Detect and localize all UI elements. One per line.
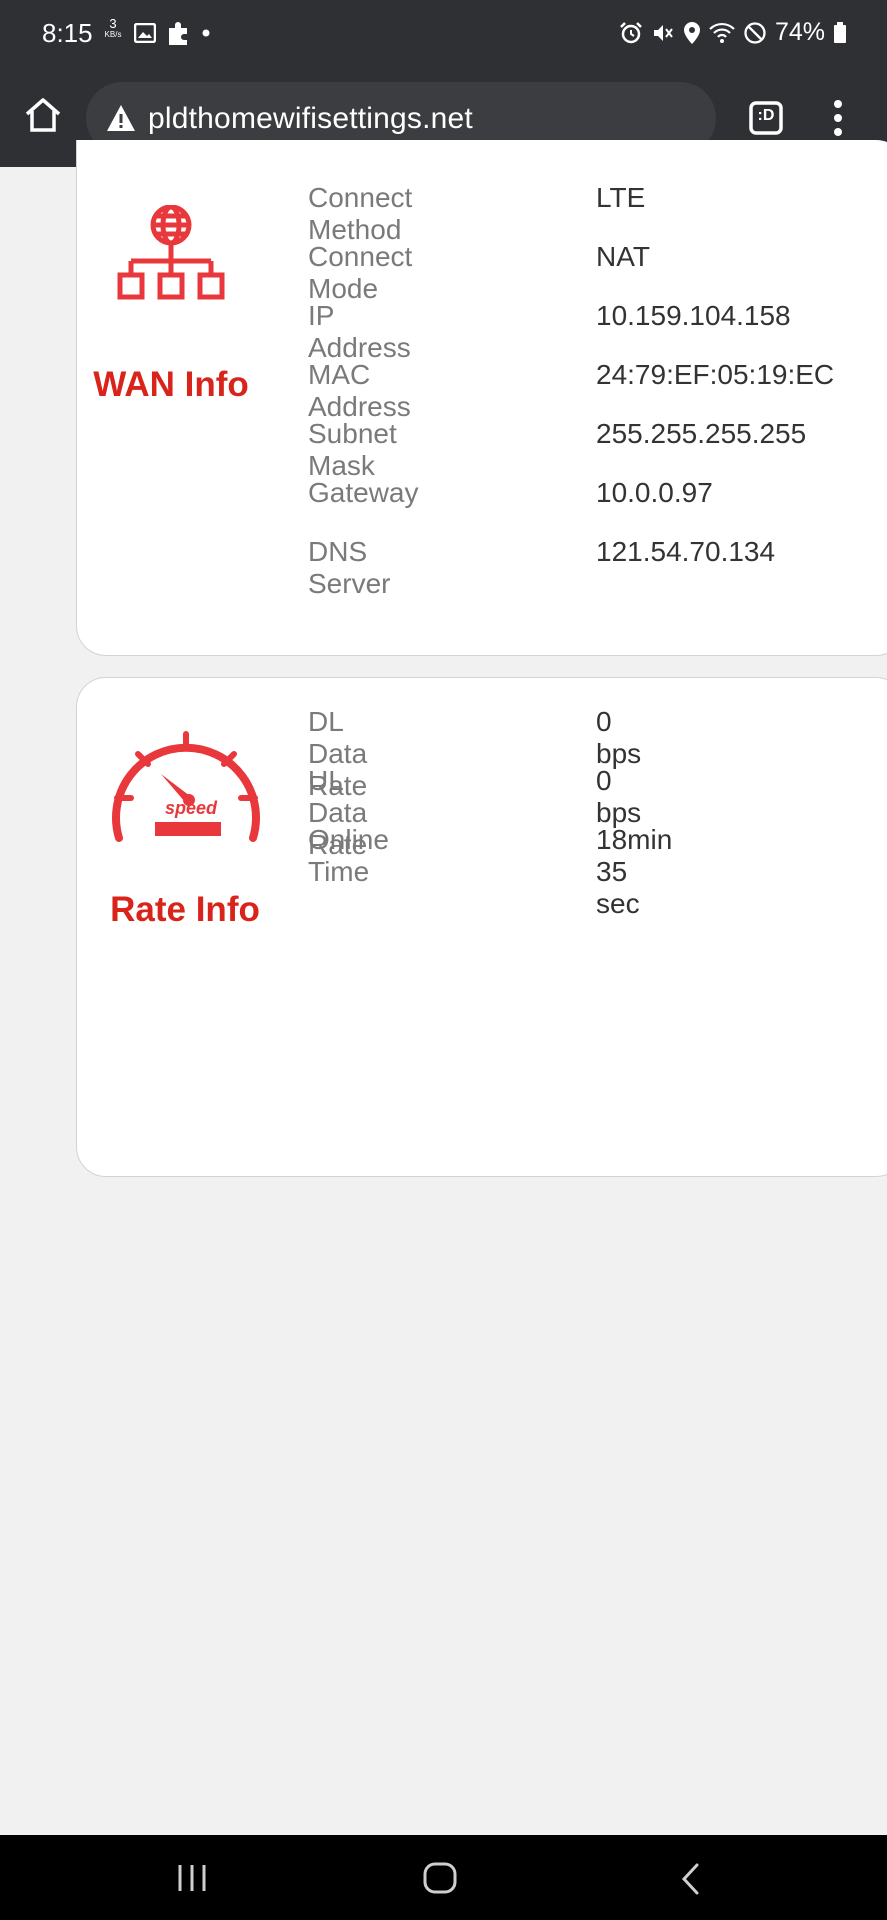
do-not-disturb-icon [744,21,766,44]
row-value: 24:79:EF:05:19:EC [596,359,835,390]
status-bar: 8:15 3 KB/s 74% [0,0,887,70]
network-speed-unit: KB/s [104,30,122,39]
battery-icon [834,21,846,43]
network-speed-value: 3 [109,16,117,31]
network-speed: 3 KB/s [100,16,126,40]
row-label: DNS Server [308,536,391,599]
warning-icon[interactable] [106,104,136,132]
notification-icons [134,20,210,46]
wifi-icon [709,22,735,43]
row-value: 0 bps [596,765,642,828]
home-nav-icon[interactable] [423,1862,457,1894]
system-navigation-bar [0,1835,887,1920]
row-value: 121.54.70.134 [596,536,776,567]
speedometer-icon [112,731,260,842]
more-vert-icon[interactable] [826,96,850,140]
row-label: Gateway [308,477,419,508]
battery-percent: 74% [774,18,825,46]
image-icon [134,23,156,43]
row-value: NAT [596,241,650,272]
recents-icon[interactable] [176,1863,208,1893]
puzzle-icon [169,22,187,45]
speed-icon-text: speed [164,798,218,818]
row-value: 18min 35 sec [596,824,673,919]
rate-info-title: Rate Info [110,890,260,929]
system-icons: 74% [619,18,847,47]
row-label: Subnet Mask [308,418,397,481]
row-value: 255.255.255.255 [596,418,807,449]
row-value: 10.0.0.97 [596,477,713,508]
tab-count: :D [757,107,775,124]
network-topology-icon [117,205,225,300]
url-text[interactable]: pldthomewifisettings.net [148,102,473,136]
wan-info-title: WAN Info [93,365,249,404]
tab-switcher-button[interactable]: :D [748,100,784,136]
row-label: Connect Method [308,182,413,245]
mute-icon [653,24,673,41]
back-icon[interactable] [680,1863,700,1895]
row-value: 0 bps [596,706,642,769]
row-label: IP Address [308,300,411,363]
alarm-icon [620,21,642,43]
dot-icon [202,29,210,37]
row-label: Connect Mode [308,241,413,304]
home-icon[interactable] [22,94,64,136]
row-value: LTE [596,182,646,213]
row-label: Online Time [308,824,389,887]
row-value: 10.159.104.158 [596,300,791,331]
location-icon [683,21,700,44]
wan-info-card: WAN Info Connect Method LTE Connect Mode N… [76,140,887,656]
status-time: 8:15 [42,18,93,48]
rate-info-card: speed Rate Info DL Data Rate 0 bps UL Dat… [76,677,887,1177]
row-label: MAC Address [308,359,411,422]
